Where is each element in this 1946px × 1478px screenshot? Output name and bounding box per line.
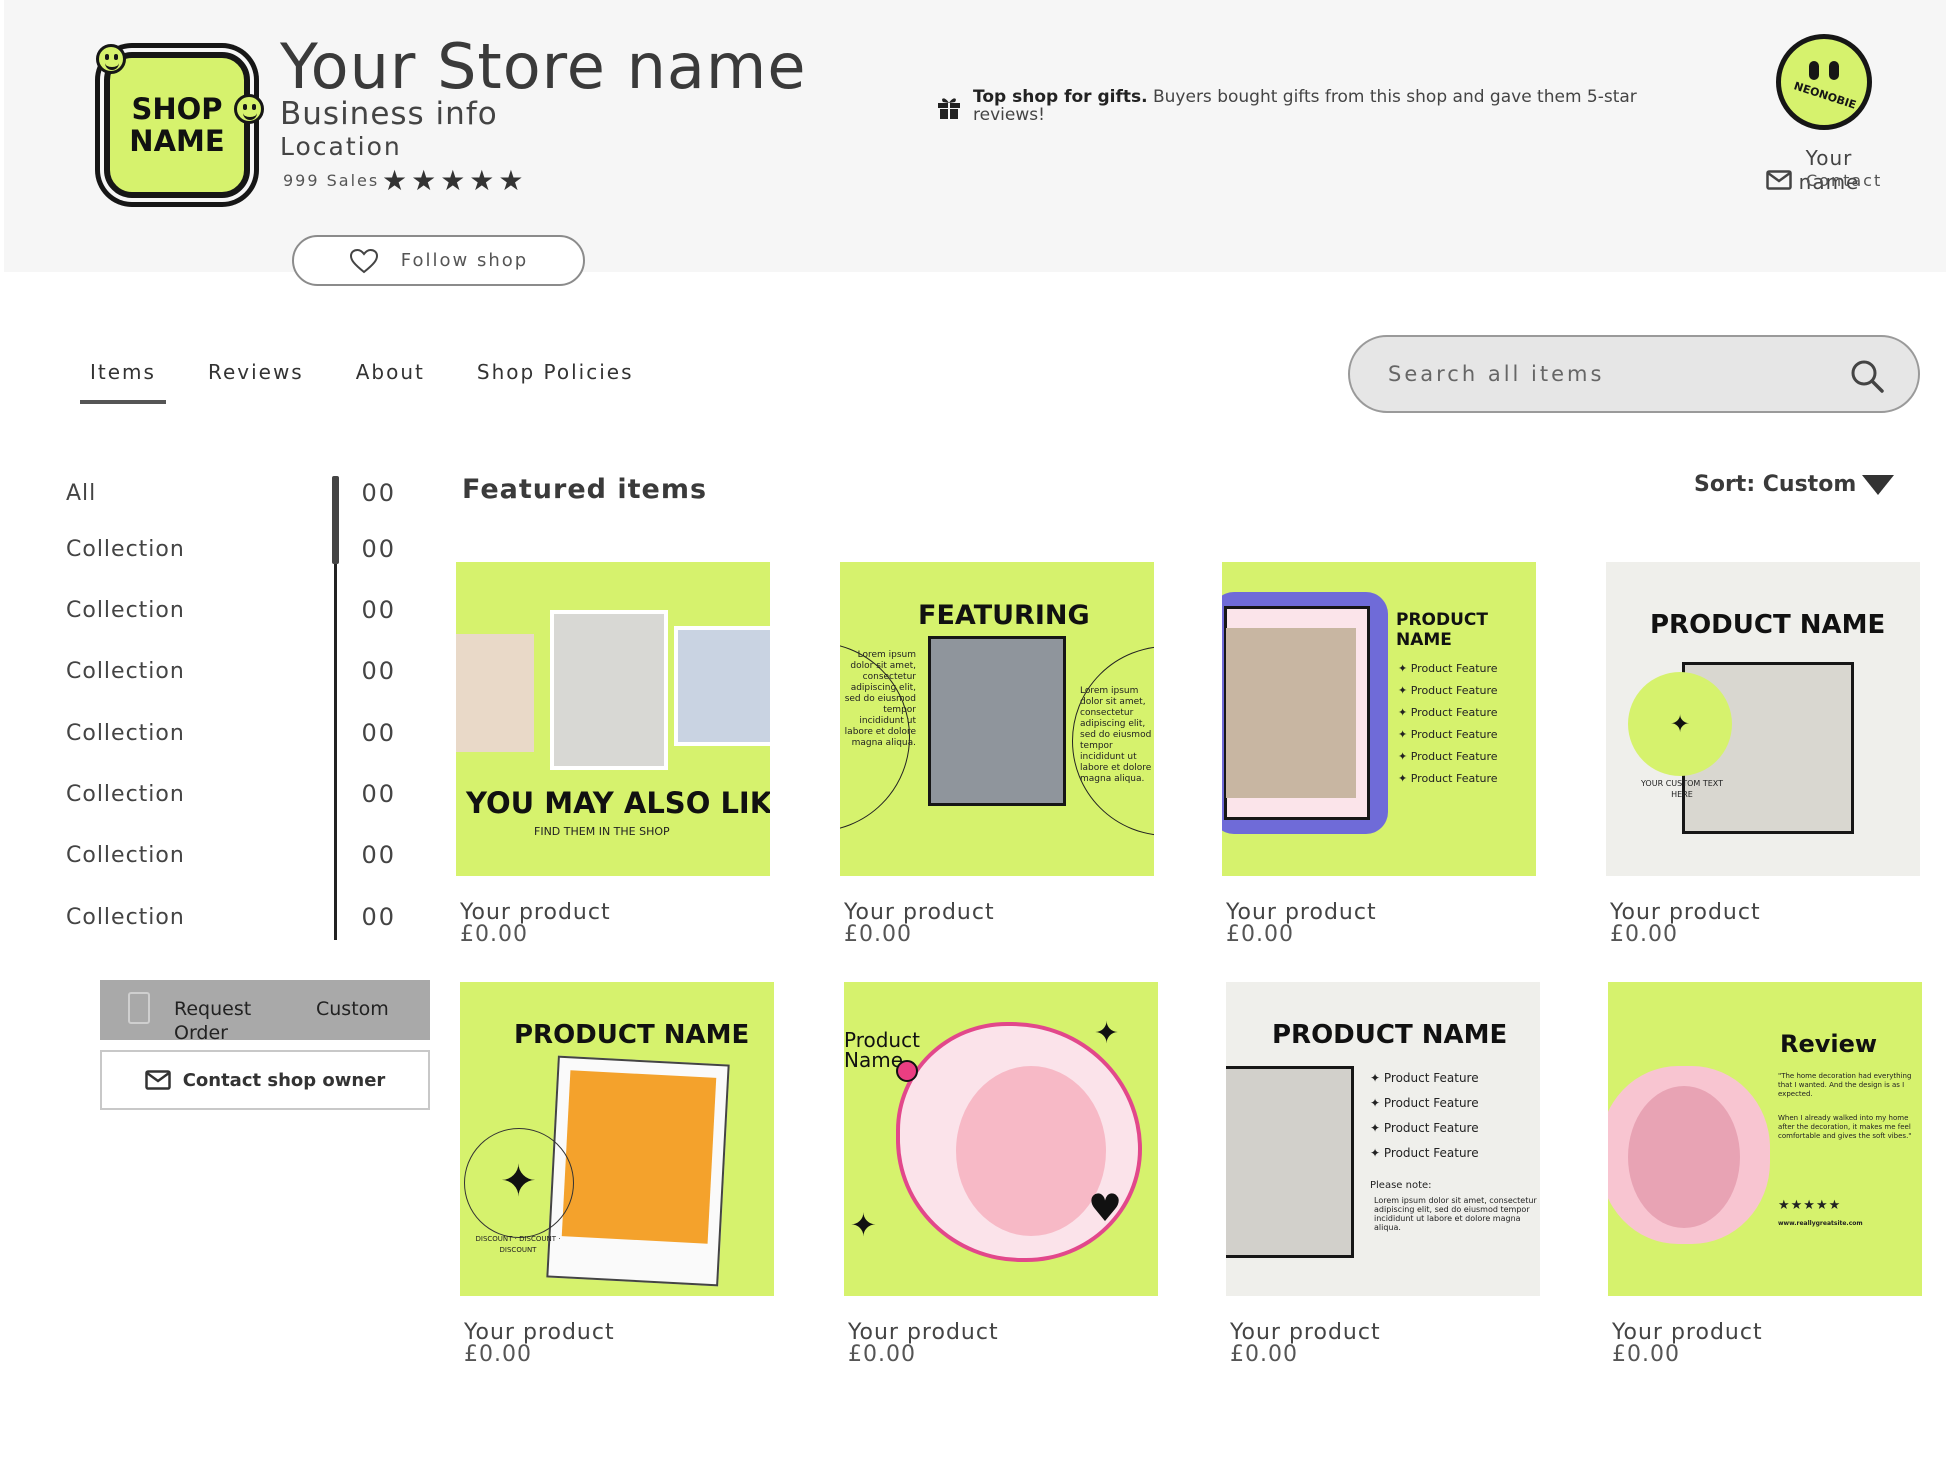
sparkle-icon: ✦	[500, 1156, 537, 1207]
product-card[interactable]: PRODUCT NAME ✦ Product Feature ✦ Product…	[1222, 562, 1536, 946]
product-image[interactable]: PRODUCT NAME ✦ Product Feature ✦ Product…	[1222, 562, 1536, 876]
product-card[interactable]: PRODUCT NAME ✦ Product Feature ✦ Product…	[1226, 982, 1540, 1366]
sidebar-item-collection[interactable]: Collection 00	[66, 900, 396, 934]
owner-avatar[interactable]: NEONOBIE	[1776, 34, 1872, 130]
gift-icon	[938, 98, 960, 119]
product-image[interactable]: YOU MAY ALSO LIKE FIND THEM IN THE SHOP	[456, 562, 770, 876]
tab-about[interactable]: About	[356, 360, 425, 404]
item-count: 00	[361, 903, 396, 931]
store-name: Your Store name	[280, 30, 807, 103]
sidebar-item-collection[interactable]: Collection 00	[66, 716, 396, 750]
shop-logo: SHOP NAME	[96, 44, 264, 202]
product-name[interactable]: Your product	[464, 1322, 774, 1344]
item-count: 00	[361, 780, 396, 808]
product-price: £0.00	[1610, 922, 1678, 947]
gift-bold-text: Top shop for gifts.	[973, 87, 1148, 107]
product-price: £0.00	[460, 922, 528, 947]
item-count: 00	[361, 657, 396, 685]
search-icon[interactable]	[1848, 357, 1886, 395]
triangle-down-icon	[1862, 474, 1895, 495]
product-card[interactable]: PRODUCT NAME DISCOUNT · DISCOUNT · DISCO…	[460, 982, 774, 1366]
product-price: £0.00	[1226, 922, 1294, 947]
sidebar-scroll-thumb[interactable]	[332, 476, 339, 564]
product-price: £0.00	[848, 1342, 916, 1367]
item-count: 00	[361, 841, 396, 869]
sort-dropdown[interactable]: Sort: Custom	[1694, 472, 1895, 497]
shop-location: Location	[280, 132, 402, 161]
tab-shop-policies[interactable]: Shop Policies	[477, 360, 634, 404]
follow-shop-button[interactable]: Follow shop	[292, 235, 585, 286]
smiley-icon	[234, 94, 264, 124]
sales-count: 999 Sales	[283, 171, 380, 190]
product-image[interactable]: Review "The home decoration had everythi…	[1608, 982, 1922, 1296]
shop-tabs: Items Reviews About Shop Policies	[80, 360, 686, 404]
cherry-icon	[896, 1060, 918, 1082]
sidebar-item-collection[interactable]: Collection 00	[66, 838, 396, 872]
product-image[interactable]: PRODUCT NAME DISCOUNT · DISCOUNT · DISCO…	[460, 982, 774, 1296]
tab-items[interactable]: Items	[80, 360, 166, 404]
product-name[interactable]: Your product	[460, 902, 770, 924]
heart-icon: ♥	[1088, 1186, 1123, 1230]
clipboard-icon	[128, 992, 150, 1024]
mail-icon	[144, 1070, 171, 1090]
featured-items-title: Featured items	[462, 474, 708, 505]
contact-label: Contact	[1806, 170, 1883, 190]
contact-owner-link[interactable]: Contact	[1766, 170, 1882, 190]
product-image[interactable]: Product Name ✦ ✦ ♥	[844, 982, 1158, 1296]
mail-icon	[1766, 170, 1792, 190]
product-image[interactable]: PRODUCT NAME ✦ YOUR CUSTOM TEXT HERE	[1606, 562, 1920, 876]
product-card[interactable]: Review "The home decoration had everythi…	[1608, 982, 1922, 1366]
sidebar-item-collection[interactable]: Collection 00	[66, 777, 396, 811]
item-count: 00	[361, 535, 396, 563]
owner-avatar-word: NEONOBIE	[1792, 79, 1858, 112]
product-card[interactable]: PRODUCT NAME ✦ YOUR CUSTOM TEXT HERE You…	[1606, 562, 1920, 946]
sidebar-item-collection[interactable]: Collection 00	[66, 654, 396, 688]
item-count: 00	[361, 479, 396, 507]
follow-shop-label: Follow shop	[400, 250, 529, 271]
search-bar	[1348, 335, 1920, 413]
request-custom-order-button[interactable]: Request Custom Order	[100, 980, 430, 1044]
sidebar-item-collection[interactable]: Collection 00	[66, 532, 396, 566]
product-price: £0.00	[1230, 1342, 1298, 1367]
product-card[interactable]: YOU MAY ALSO LIKE FIND THEM IN THE SHOP …	[456, 562, 770, 946]
contact-shop-owner-button[interactable]: Contact shop owner	[100, 1050, 430, 1110]
product-name[interactable]: Your product	[848, 1322, 1158, 1344]
product-name[interactable]: Your product	[1230, 1322, 1540, 1344]
sidebar-item-collection[interactable]: Collection 00	[66, 593, 396, 627]
product-name[interactable]: Your product	[844, 902, 1154, 924]
tab-reviews[interactable]: Reviews	[208, 360, 304, 404]
sparkle-icon: ✦	[850, 1206, 877, 1244]
product-image[interactable]: FEATURING Lorem ipsum dolor sit amet, co…	[840, 562, 1154, 876]
smiley-icon	[96, 44, 126, 74]
product-card[interactable]: Product Name ✦ ✦ ♥ Your product £0.00	[844, 982, 1158, 1366]
heart-icon	[349, 248, 378, 273]
sort-label: Sort: Custom	[1694, 472, 1857, 497]
product-name[interactable]: Your product	[1226, 902, 1536, 924]
product-name[interactable]: Your product	[1610, 902, 1920, 924]
rating-stars: ★★★★★	[382, 164, 528, 197]
product-price: £0.00	[844, 922, 912, 947]
sidebar-item-all[interactable]: All 00	[66, 476, 396, 510]
business-info: Business info	[280, 96, 498, 132]
item-count: 00	[361, 596, 396, 624]
logo-line-2: NAME	[129, 124, 225, 158]
product-name[interactable]: Your product	[1612, 1322, 1922, 1344]
product-price: £0.00	[464, 1342, 532, 1367]
logo-line-1: SHOP	[131, 92, 223, 126]
search-input[interactable]	[1388, 351, 1828, 397]
sparkle-icon: ✦	[1669, 710, 1691, 738]
product-card[interactable]: FEATURING Lorem ipsum dolor sit amet, co…	[840, 562, 1154, 946]
item-count: 00	[361, 719, 396, 747]
product-image[interactable]: PRODUCT NAME ✦ Product Feature ✦ Product…	[1226, 982, 1540, 1296]
product-price: £0.00	[1612, 1342, 1680, 1367]
sparkle-icon: ✦	[1094, 1016, 1120, 1051]
